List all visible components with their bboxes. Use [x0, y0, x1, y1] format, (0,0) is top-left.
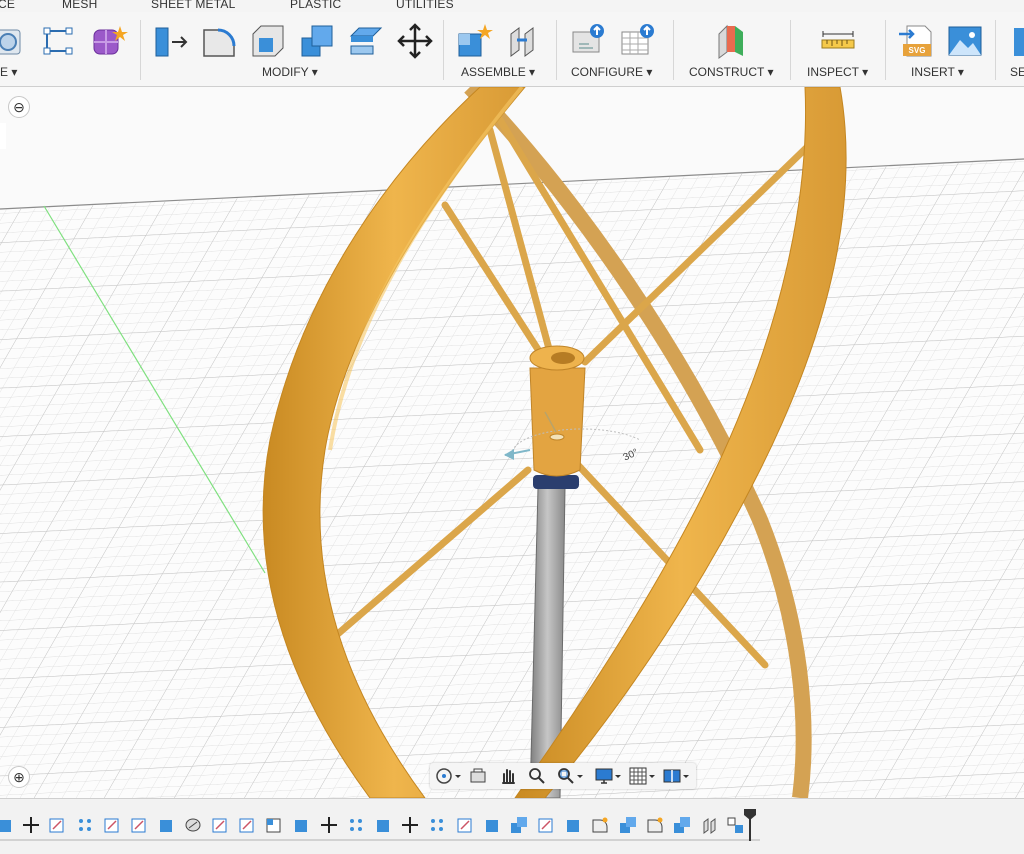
svg-text:SVG: SVG	[909, 46, 926, 55]
timeline-sketch-icon[interactable]	[103, 816, 121, 834]
hub-origin	[549, 433, 565, 441]
create-menu[interactable]: E ▾	[0, 65, 17, 79]
timeline-sketch-icon[interactable]	[211, 816, 229, 834]
insert-image-icon[interactable]	[946, 22, 984, 60]
timeline-combine-icon[interactable]	[510, 816, 528, 834]
timeline-joint-icon[interactable]	[700, 816, 718, 834]
combine-icon[interactable]	[298, 22, 336, 60]
construct-plane-icon[interactable]	[713, 22, 751, 60]
configure-menu[interactable]: CONFIGURE ▾	[571, 65, 652, 79]
timeline-combine-icon[interactable]	[673, 816, 691, 834]
new-component-icon[interactable]	[455, 22, 493, 60]
timeline-fillet-icon[interactable]	[646, 816, 664, 834]
tab-mesh[interactable]: MESH	[62, 0, 97, 11]
press-pull-icon[interactable]	[152, 22, 190, 60]
grid-settings-icon[interactable]	[628, 766, 648, 786]
select-menu[interactable]: SE	[1010, 65, 1024, 79]
tab-surface[interactable]: CE	[0, 0, 15, 11]
grid-dropdown-icon[interactable]	[648, 766, 656, 786]
tab-utilities[interactable]: UTILITIES	[396, 0, 454, 11]
timeline-combine-icon[interactable]	[184, 816, 202, 834]
zoom-dropdown-icon[interactable]	[576, 766, 584, 786]
viewports-icon[interactable]	[662, 766, 682, 786]
timeline-extrude-icon[interactable]	[292, 816, 310, 834]
display-dropdown-icon[interactable]	[614, 766, 622, 786]
assemble-menu[interactable]: ASSEMBLE ▾	[461, 65, 535, 79]
group-divider	[140, 20, 141, 80]
group-divider	[443, 20, 444, 80]
timeline-move-icon[interactable]	[320, 816, 338, 834]
timeline-pattern-icon[interactable]	[76, 816, 94, 834]
timeline-marker-icon[interactable]	[743, 807, 757, 843]
hub	[529, 367, 586, 477]
timeline-pattern-icon[interactable]	[428, 816, 446, 834]
browser-collapse-button[interactable]: ⊖	[8, 96, 30, 118]
move-copy-icon[interactable]	[396, 22, 434, 60]
model-canvas[interactable]: 30°	[0, 87, 1024, 798]
timeline-extrude-icon[interactable]	[374, 816, 392, 834]
display-settings-icon[interactable]	[594, 766, 614, 786]
timeline-track	[0, 839, 760, 841]
insert-svg-icon[interactable]: SVG	[897, 22, 935, 60]
workspace-tabs: CE MESH SHEET METAL PLASTIC UTILITIES	[0, 0, 1024, 12]
fillet-icon[interactable]	[200, 22, 238, 60]
pan-icon[interactable]	[498, 766, 518, 786]
tab-plastic[interactable]: PLASTIC	[290, 0, 341, 11]
sketch-constraints-icon[interactable]	[40, 22, 78, 60]
orbit-dropdown-icon[interactable]	[454, 766, 462, 786]
toolbar-ribbon: E ▾ MODIFY ▾ ASSEMBLE ▾ CONFIGURE ▾ CONS…	[0, 12, 1024, 87]
tab-sheet-metal[interactable]: SHEET METAL	[151, 0, 235, 11]
timeline-sketch-icon[interactable]	[130, 816, 148, 834]
group-divider	[885, 20, 886, 80]
timeline-move-icon[interactable]	[401, 816, 419, 834]
timeline-extrude-icon[interactable]	[157, 816, 175, 834]
timeline-sketch-icon[interactable]	[238, 816, 256, 834]
configure-table-icon[interactable]	[618, 22, 656, 60]
shell-icon[interactable]	[249, 22, 287, 60]
look-at-icon[interactable]	[468, 766, 488, 786]
3d-viewport[interactable]: 30° ⊖ ⊕	[0, 87, 1024, 798]
select-icon[interactable]	[1012, 22, 1024, 60]
navigation-bar	[430, 763, 696, 789]
timeline-sketch-icon[interactable]	[48, 816, 66, 834]
browser-panel-edge	[0, 123, 6, 149]
modify-menu[interactable]: MODIFY ▾	[262, 65, 318, 79]
timeline-move-icon[interactable]	[22, 816, 40, 834]
orbit-icon[interactable]	[434, 766, 454, 786]
timeline-combine-icon[interactable]	[619, 816, 637, 834]
inspect-menu[interactable]: INSPECT ▾	[807, 65, 868, 79]
viewports-dropdown-icon[interactable]	[682, 766, 690, 786]
zoom-window-icon[interactable]	[556, 766, 576, 786]
timeline-sketch-icon[interactable]	[456, 816, 474, 834]
timeline-extrude-icon[interactable]	[483, 816, 501, 834]
joint-icon[interactable]	[503, 22, 541, 60]
timeline-split-icon[interactable]	[265, 816, 283, 834]
timeline-pattern-icon[interactable]	[347, 816, 365, 834]
comments-expand-button[interactable]: ⊕	[8, 766, 30, 788]
zoom-icon[interactable]	[527, 766, 547, 786]
group-divider	[673, 20, 674, 80]
bearing	[533, 475, 579, 489]
create-form-purple-icon[interactable]	[90, 22, 128, 60]
group-divider	[556, 20, 557, 80]
create-form-icon[interactable]	[0, 22, 28, 60]
timeline-extrude-icon[interactable]	[0, 816, 14, 834]
construct-menu[interactable]: CONSTRUCT ▾	[689, 65, 773, 79]
offset-face-icon[interactable]	[347, 22, 385, 60]
insert-menu[interactable]: INSERT ▾	[911, 65, 964, 79]
measure-icon[interactable]	[819, 22, 857, 60]
group-divider	[790, 20, 791, 80]
group-divider	[995, 20, 996, 80]
grid-major	[0, 160, 1024, 798]
configure-upload-icon[interactable]	[569, 22, 607, 60]
timeline-sketch-icon[interactable]	[537, 816, 555, 834]
timeline-fillet-icon[interactable]	[591, 816, 609, 834]
hub-bore	[551, 352, 575, 364]
design-timeline	[0, 798, 1024, 854]
timeline-extrude-icon[interactable]	[564, 816, 582, 834]
